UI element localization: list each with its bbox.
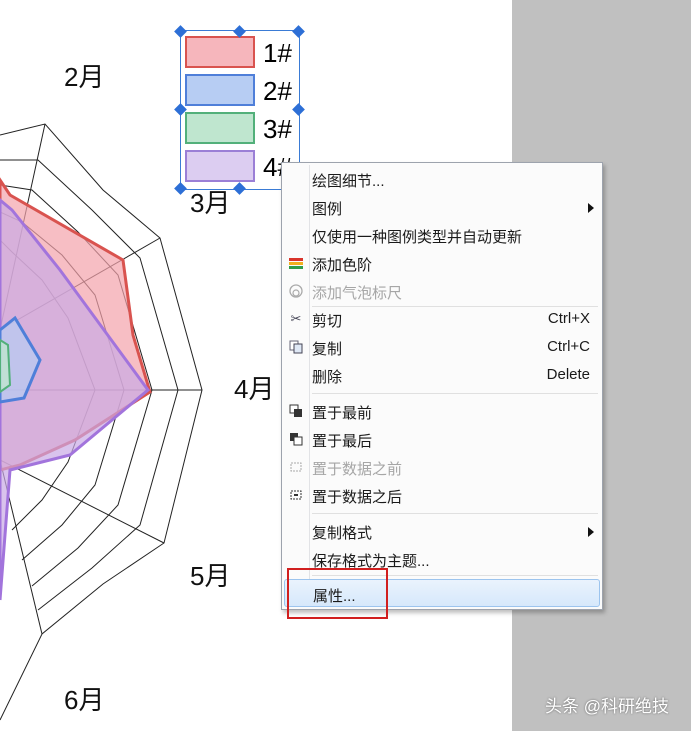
menu-item-single-legend-type[interactable]: 仅使用一种图例类型并自动更新	[284, 222, 600, 248]
menu-item-label: 仅使用一种图例类型并自动更新	[312, 229, 523, 246]
month-label-jun: 6月	[64, 685, 105, 715]
legend-swatch	[185, 112, 255, 144]
scissors-icon: ✂	[290, 311, 302, 326]
menu-item-label: 置于数据之前	[312, 461, 403, 478]
menu-item-add-bubble-scale[interactable]: 添加气泡标尺	[284, 278, 600, 304]
bring-front-icon	[288, 403, 304, 419]
menu-item-label: 复制格式	[312, 525, 373, 542]
menu-item-label: 置于数据之后	[312, 489, 403, 506]
color-scale-icon	[288, 255, 304, 271]
menu-item-legend[interactable]: 图例	[284, 194, 600, 220]
legend-label: 3#	[263, 114, 292, 144]
menu-item-label: 绘图细节...	[312, 173, 385, 190]
month-label-apr: 4月	[234, 374, 275, 404]
menu-item-shortcut: Delete	[546, 366, 590, 383]
menu-item-copy-format[interactable]: 复制格式	[284, 518, 600, 544]
menu-item-delete[interactable]: 删除 Delete	[284, 362, 600, 388]
menu-separator	[312, 513, 598, 514]
menu-item-place-before-data[interactable]: 置于数据之前	[284, 454, 600, 480]
menu-item-label: 图例	[312, 201, 343, 218]
context-menu: 绘图细节... 图例 仅使用一种图例类型并自动更新 添加色阶 添加气泡标尺 ✂ …	[281, 162, 603, 610]
legend-label: 1#	[263, 38, 292, 68]
month-label-may: 5月	[190, 561, 231, 591]
copy-icon	[288, 339, 304, 355]
after-data-icon	[288, 487, 304, 503]
menu-item-bring-to-front[interactable]: 置于最前	[284, 398, 600, 424]
menu-item-label: 复制	[312, 341, 343, 358]
legend-item-3[interactable]: 3#	[185, 110, 295, 144]
menu-item-label: 剪切	[312, 313, 343, 330]
menu-item-send-to-back[interactable]: 置于最后	[284, 426, 600, 452]
month-label-feb: 2月	[64, 62, 105, 92]
menu-item-copy[interactable]: 复制 Ctrl+C	[284, 334, 600, 360]
menu-item-add-color-scale[interactable]: 添加色阶	[284, 250, 600, 276]
bubble-scale-icon	[288, 283, 304, 299]
menu-item-label: 置于最前	[312, 405, 373, 422]
radar-series	[0, 177, 152, 601]
menu-item-place-after-data[interactable]: 置于数据之后	[284, 482, 600, 508]
legend-swatch	[185, 150, 255, 182]
submenu-arrow-icon	[588, 527, 594, 537]
send-back-icon	[288, 431, 304, 447]
month-label-mar: 3月	[190, 188, 231, 218]
menu-item-cut[interactable]: ✂ 剪切 Ctrl+X	[284, 306, 600, 332]
menu-item-label: 置于最后	[312, 433, 373, 450]
legend-item-1[interactable]: 1#	[185, 34, 295, 68]
before-data-icon	[288, 459, 304, 475]
menu-item-shortcut: Ctrl+X	[547, 310, 590, 327]
series-3-area	[0, 338, 12, 394]
legend-item-2[interactable]: 2#	[185, 72, 295, 106]
menu-item-label: 添加气泡标尺	[312, 285, 403, 302]
legend-swatch	[185, 36, 255, 68]
legend-item-4[interactable]: 4#	[185, 148, 295, 182]
menu-separator	[312, 393, 598, 394]
watermark: 头条 @科研绝技	[545, 697, 669, 716]
legend-label: 2#	[263, 76, 292, 106]
highlight-annotation-box	[287, 568, 388, 619]
menu-item-shortcut: Ctrl+C	[547, 338, 590, 355]
menu-item-plot-details[interactable]: 绘图细节...	[284, 166, 600, 192]
menu-item-label: 删除	[312, 369, 343, 386]
submenu-arrow-icon	[588, 203, 594, 213]
menu-item-label: 添加色阶	[312, 257, 373, 274]
legend-swatch	[185, 74, 255, 106]
